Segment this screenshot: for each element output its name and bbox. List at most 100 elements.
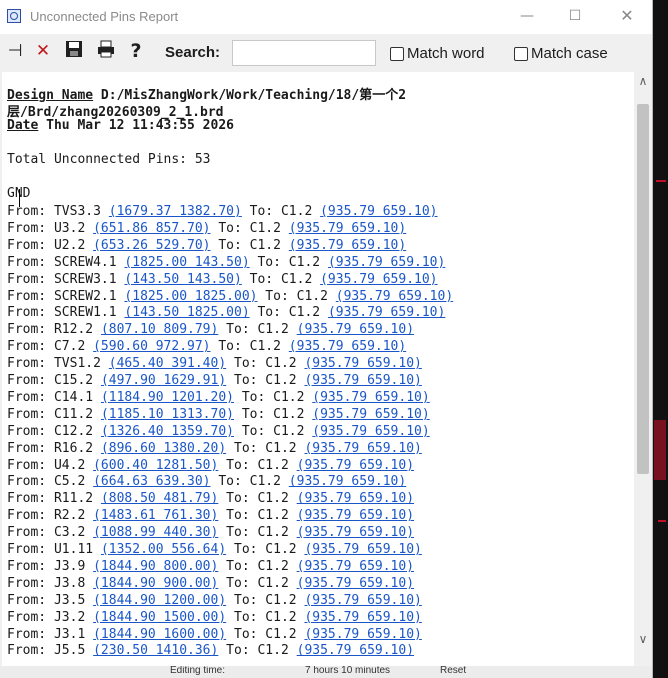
from-coord-link[interactable]: (1844.90 1600.00) [93, 627, 226, 642]
from-coord-link[interactable]: (600.40 1281.50) [93, 458, 218, 473]
from-label: From: [7, 525, 54, 541]
help-icon[interactable]: ? [124, 39, 148, 63]
to-coord-link[interactable]: (935.79 659.10) [304, 542, 421, 557]
to-coord-link[interactable]: (935.79 659.10) [304, 441, 421, 456]
from-coord-link[interactable]: (497.90 1629.91) [101, 373, 226, 388]
pin-name: C12.2 [53, 423, 101, 439]
maximize-icon[interactable]: ☐ [552, 0, 598, 34]
from-coord-link[interactable]: (1088.99 440.30) [93, 525, 218, 540]
from-coord-link[interactable]: (653.26 529.70) [93, 238, 210, 253]
to-label: To: C1.2 [257, 288, 336, 304]
editing-time-value: 7 hours 10 minutes [305, 666, 391, 676]
from-coord-link[interactable]: (1844.90 800.00) [93, 559, 218, 574]
to-coord-link[interactable]: (935.79 659.10) [289, 221, 406, 236]
report-content[interactable]: Design Name D:/MisZhangWork/Work/Teachin… [2, 72, 634, 666]
pin-row: From: R16.2 (896.60 1380.20) To: C1.2 (9… [7, 440, 422, 457]
pin-name: U4.2 [53, 457, 94, 473]
scroll-up-icon[interactable]: ∧ [634, 72, 652, 90]
pin-name: SCREW3.1 [53, 271, 125, 287]
scrollbar-thumb[interactable] [637, 104, 649, 474]
pin-row: From: SCREW2.1 (1825.00 1825.00) To: C1.… [7, 288, 453, 305]
pin-row: From: U2.2 (653.26 529.70) To: C1.2 (935… [7, 237, 406, 254]
from-coord-link[interactable]: (1679.37 1382.70) [109, 204, 242, 219]
checkbox-box[interactable] [390, 47, 404, 61]
minimize-icon[interactable]: — [504, 0, 550, 34]
from-coord-link[interactable]: (1844.90 1200.00) [93, 593, 226, 608]
to-coord-link[interactable]: (935.79 659.10) [297, 559, 414, 574]
to-coord-link[interactable]: (935.79 659.10) [328, 305, 445, 320]
to-coord-link[interactable]: (935.79 659.10) [297, 491, 414, 506]
to-coord-link[interactable]: (935.79 659.10) [336, 289, 453, 304]
pin-row: From: R2.2 (1483.61 761.30) To: C1.2 (93… [7, 507, 414, 524]
to-coord-link[interactable]: (935.79 659.10) [297, 643, 414, 658]
pin-row: From: J3.2 (1844.90 1500.00) To: C1.2 (9… [7, 609, 422, 626]
to-coord-link[interactable]: (935.79 659.10) [304, 593, 421, 608]
to-coord-link[interactable]: (935.79 659.10) [304, 627, 421, 642]
reset-button[interactable]: Reset [440, 666, 466, 676]
from-coord-link[interactable]: (807.10 809.79) [101, 322, 218, 337]
to-coord-link[interactable]: (935.79 659.10) [289, 339, 406, 354]
to-coord-link[interactable]: (935.79 659.10) [312, 407, 429, 422]
to-label: To: C1.2 [218, 643, 297, 659]
from-coord-link[interactable]: (1185.10 1313.70) [101, 407, 234, 422]
from-coord-link[interactable]: (143.50 1825.00) [124, 305, 249, 320]
close-icon[interactable]: ✕ [604, 0, 650, 34]
to-coord-link[interactable]: (935.79 659.10) [304, 356, 421, 371]
to-coord-link[interactable]: (935.79 659.10) [297, 458, 414, 473]
to-coord-link[interactable]: (935.79 659.10) [297, 322, 414, 337]
to-coord-link[interactable]: (935.79 659.10) [312, 424, 429, 439]
from-coord-link[interactable]: (1844.90 1500.00) [93, 610, 226, 625]
to-label: To: C1.2 [210, 339, 289, 355]
from-coord-link[interactable]: (1844.90 900.00) [93, 576, 218, 591]
from-coord-link[interactable]: (1825.00 143.50) [124, 255, 249, 270]
to-coord-link[interactable]: (935.79 659.10) [304, 373, 421, 388]
to-coord-link[interactable]: (935.79 659.10) [297, 508, 414, 523]
to-coord-link[interactable]: (935.79 659.10) [297, 576, 414, 591]
from-coord-link[interactable]: (465.40 391.40) [109, 356, 226, 371]
to-label: To: C1.2 [226, 440, 305, 456]
checkbox-box[interactable] [514, 47, 528, 61]
from-coord-link[interactable]: (651.86 857.70) [93, 221, 210, 236]
pin-row: From: J5.5 (230.50 1410.36) To: C1.2 (93… [7, 642, 414, 659]
pin-row: From: J3.1 (1844.90 1600.00) To: C1.2 (9… [7, 626, 422, 643]
to-coord-link[interactable]: (935.79 659.10) [312, 390, 429, 405]
to-coord-link[interactable]: (935.79 659.10) [320, 204, 437, 219]
vertical-scrollbar[interactable]: ∧ ∨ [634, 72, 652, 666]
pin-name: R16.2 [53, 440, 101, 456]
from-coord-link[interactable]: (590.60 972.97) [93, 339, 210, 354]
search-input[interactable] [232, 40, 376, 66]
from-coord-link[interactable]: (230.50 1410.36) [93, 643, 218, 658]
to-coord-link[interactable]: (935.79 659.10) [320, 272, 437, 287]
to-label: To: C1.2 [241, 204, 321, 219]
to-coord-link[interactable]: (935.79 659.10) [328, 255, 445, 270]
from-coord-link[interactable]: (1825.00 1825.00) [124, 289, 257, 304]
close-red-icon[interactable]: ✕ [31, 39, 55, 63]
pin-row: From: C12.2 (1326.40 1359.70) To: C1.2 (… [7, 423, 430, 440]
from-coord-link[interactable]: (1326.40 1359.70) [101, 424, 234, 439]
from-coord-link[interactable]: (143.50 143.50) [124, 272, 241, 287]
to-coord-link[interactable]: (935.79 659.10) [289, 474, 406, 489]
pin-name: U3.2 [53, 220, 94, 236]
from-label: From: [7, 592, 54, 608]
from-coord-link[interactable]: (896.60 1380.20) [101, 441, 226, 456]
scroll-down-icon[interactable]: ∨ [634, 630, 652, 648]
print-icon[interactable] [94, 39, 118, 63]
to-label: To: C1.2 [226, 356, 305, 372]
from-label: From: [7, 254, 54, 270]
from-coord-link[interactable]: (1184.90 1201.20) [101, 390, 234, 405]
to-label: To: C1.2 [249, 254, 328, 270]
pin-name: U1.11 [53, 542, 101, 557]
to-coord-link[interactable]: (935.79 659.10) [289, 238, 406, 253]
from-coord-link[interactable]: (1483.61 761.30) [93, 508, 218, 523]
from-coord-link[interactable]: (664.63 639.30) [93, 474, 210, 489]
pin-icon[interactable]: ⊣ [3, 39, 27, 63]
pin-name: SCREW2.1 [53, 288, 125, 304]
pin-row: From: C14.1 (1184.90 1201.20) To: C1.2 (… [7, 389, 430, 406]
to-coord-link[interactable]: (935.79 659.10) [297, 525, 414, 540]
from-coord-link[interactable]: (808.50 481.79) [101, 491, 218, 506]
from-coord-link[interactable]: (1352.00 556.64) [101, 542, 226, 557]
save-icon[interactable] [62, 39, 86, 63]
pin-name: U2.2 [53, 237, 94, 253]
to-label: To: C1.2 [210, 237, 289, 253]
to-coord-link[interactable]: (935.79 659.10) [304, 610, 421, 625]
